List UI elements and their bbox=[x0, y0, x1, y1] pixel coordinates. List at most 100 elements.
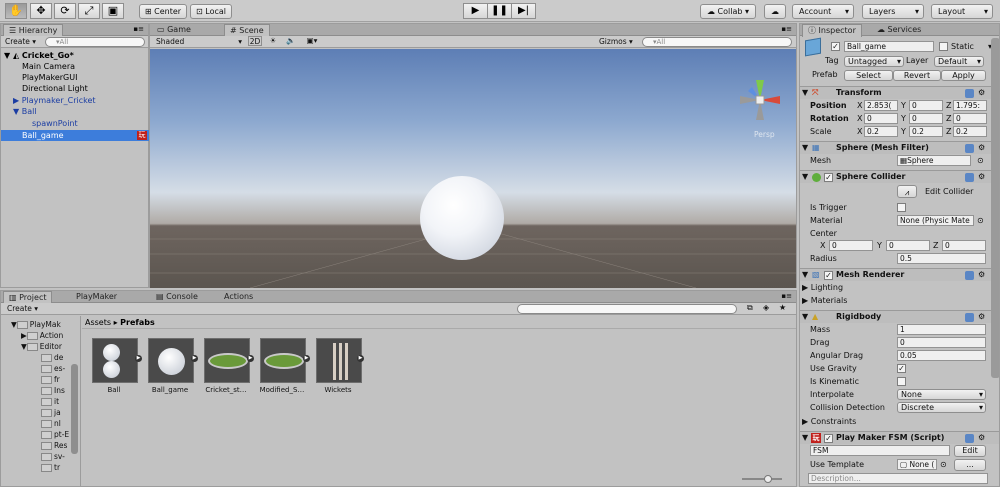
tree-folder[interactable]: fr bbox=[41, 375, 60, 386]
interpolate-dropdown[interactable]: None ▾ bbox=[897, 389, 986, 400]
audio-toggle-icon[interactable]: 🔈 bbox=[284, 36, 298, 46]
materials-foldout[interactable]: ▶ Materials bbox=[802, 295, 847, 306]
hierarchy-item-spawnpoint[interactable]: spawnPoint bbox=[1, 118, 149, 129]
tree-folder-playmaker[interactable]: ▼ PlayMak bbox=[11, 320, 61, 331]
tree-folder[interactable]: Ins bbox=[41, 386, 65, 397]
hierarchy-item-main-camera[interactable]: Main Camera bbox=[1, 61, 149, 72]
sphere-collider-header[interactable]: ▼ ✓ Sphere Collider ⚙ bbox=[800, 170, 999, 183]
move-tool-icon[interactable]: ✥ bbox=[30, 3, 52, 19]
hierarchy-item-ball[interactable]: ▼ Ball bbox=[1, 106, 149, 117]
template-browse-button[interactable]: ... bbox=[954, 459, 986, 471]
scene-search-input[interactable]: ▾All bbox=[642, 37, 792, 47]
tree-folder[interactable]: tr bbox=[41, 463, 60, 474]
constraints-foldout[interactable]: ▶ Constraints bbox=[802, 416, 856, 427]
settings-gear-icon[interactable]: ⚙ bbox=[978, 311, 985, 322]
scene-viewport[interactable]: Persp bbox=[150, 49, 796, 288]
settings-gear-icon[interactable]: ⚙ bbox=[978, 269, 985, 280]
pause-button[interactable]: ❚❚ bbox=[487, 3, 512, 19]
scale-tool-icon[interactable]: ⤢ bbox=[78, 3, 100, 19]
lighting-foldout[interactable]: ▶ Lighting bbox=[802, 282, 843, 293]
collision-detection-dropdown[interactable]: Discrete ▾ bbox=[897, 402, 986, 413]
hierarchy-create-dropdown[interactable]: Create ▾ bbox=[5, 37, 36, 47]
help-icon[interactable] bbox=[965, 271, 974, 280]
active-checkbox[interactable]: ✓ bbox=[831, 42, 840, 51]
help-icon[interactable] bbox=[965, 434, 974, 443]
component-enabled-checkbox[interactable]: ✓ bbox=[824, 173, 833, 182]
hand-tool-icon[interactable]: ✋ bbox=[5, 3, 27, 19]
scale-y-field[interactable]: 0.2 bbox=[909, 126, 943, 137]
rect-tool-icon[interactable]: ▣ bbox=[102, 3, 124, 19]
help-icon[interactable] bbox=[965, 144, 974, 153]
mesh-filter-header[interactable]: ▼ ▦ Sphere (Mesh Filter) ⚙ bbox=[800, 141, 999, 154]
ball-sphere[interactable] bbox=[420, 176, 504, 260]
rotate-tool-icon[interactable]: ⟳ bbox=[54, 3, 76, 19]
pivot-local-button[interactable]: ⊡ Local bbox=[190, 4, 232, 19]
gameobject-name-field[interactable]: Ball_game bbox=[844, 41, 934, 52]
center-z-field[interactable]: 0 bbox=[942, 240, 986, 251]
expand-asset-icon[interactable]: ▶ bbox=[247, 355, 254, 362]
hierarchy-item-ball-game[interactable]: Ball_game 玩 bbox=[1, 130, 149, 141]
position-y-field[interactable]: 0 bbox=[909, 100, 943, 111]
angular-drag-field[interactable]: 0.05 bbox=[897, 350, 986, 361]
tree-folder[interactable]: es- bbox=[41, 364, 65, 375]
asset-ball-game[interactable] bbox=[148, 338, 194, 383]
collab-button[interactable]: ☁ Collab ▾ bbox=[700, 4, 756, 19]
tree-folder-actions[interactable]: ▶ Action bbox=[21, 331, 63, 342]
settings-gear-icon[interactable]: ⚙ bbox=[978, 171, 985, 182]
2d-toggle[interactable]: 2D bbox=[248, 36, 262, 46]
persp-label[interactable]: Persp bbox=[754, 129, 775, 140]
template-field[interactable]: ▢ None ( bbox=[897, 459, 937, 470]
help-icon[interactable] bbox=[965, 173, 974, 182]
tab-actions[interactable]: Actions bbox=[219, 291, 258, 303]
tree-folder[interactable]: de bbox=[41, 353, 63, 364]
scale-x-field[interactable]: 0.2 bbox=[864, 126, 898, 137]
asset-ball[interactable] bbox=[92, 338, 138, 383]
tree-folder[interactable]: pt-E bbox=[41, 430, 69, 441]
filter-type-icon[interactable]: ⧉ bbox=[747, 303, 753, 313]
scale-z-field[interactable]: 0.2 bbox=[953, 126, 987, 137]
play-button[interactable]: ▶ bbox=[463, 3, 488, 19]
expand-asset-icon[interactable]: ▶ bbox=[135, 355, 142, 362]
hierarchy-item-playmakergui[interactable]: PlayMakerGUI bbox=[1, 72, 149, 83]
component-enabled-checkbox[interactable]: ✓ bbox=[824, 271, 833, 280]
hierarchy-item-playmaker-cricket[interactable]: ▶ Playmaker_Cricket bbox=[1, 95, 149, 106]
tree-folder[interactable]: ja bbox=[41, 408, 61, 419]
asset-modified-stadium[interactable] bbox=[260, 338, 306, 383]
fsm-name-field[interactable]: FSM bbox=[810, 445, 950, 456]
use-gravity-checkbox[interactable]: ✓ bbox=[897, 364, 906, 373]
asset-cricket-stadium[interactable] bbox=[204, 338, 250, 383]
lighting-toggle-icon[interactable]: ☀ bbox=[266, 36, 280, 46]
center-x-field[interactable]: 0 bbox=[829, 240, 873, 251]
center-y-field[interactable]: 0 bbox=[886, 240, 930, 251]
settings-gear-icon[interactable]: ⚙ bbox=[978, 142, 985, 153]
breadcrumb-prefabs[interactable]: Prefabs bbox=[120, 318, 155, 327]
asset-wickets[interactable] bbox=[316, 338, 362, 383]
account-dropdown[interactable]: Account ▾ bbox=[792, 4, 854, 19]
rotation-y-field[interactable]: 0 bbox=[909, 113, 943, 124]
hierarchy-item-directional-light[interactable]: Directional Light bbox=[1, 83, 149, 94]
tab-console[interactable]: ▤ Console bbox=[151, 291, 203, 303]
prefab-apply-button[interactable]: Apply bbox=[941, 70, 986, 81]
rotation-x-field[interactable]: 0 bbox=[864, 113, 898, 124]
zoom-slider[interactable] bbox=[742, 475, 782, 483]
tree-scrollbar[interactable] bbox=[71, 364, 78, 454]
hierarchy-search-input[interactable]: ▾All bbox=[45, 37, 145, 47]
rigidbody-header[interactable]: ▼ ▲ Rigidbody ⚙ bbox=[800, 310, 999, 323]
panel-menu-icon[interactable]: ▪≡ bbox=[781, 291, 792, 302]
pivot-center-button[interactable]: ⊞ Center bbox=[139, 4, 187, 19]
gizmos-dropdown[interactable]: Gizmos ▾ bbox=[599, 37, 633, 47]
material-field[interactable]: None (Physic Mate bbox=[897, 215, 974, 226]
tab-inspector[interactable]: ⓘ Inspector bbox=[802, 24, 862, 37]
tab-services[interactable]: ☁ Services bbox=[872, 24, 926, 36]
effects-toggle-icon[interactable]: ▣▾ bbox=[302, 36, 322, 46]
tree-folder[interactable]: it bbox=[41, 397, 59, 408]
filter-label-icon[interactable]: ◈ bbox=[763, 303, 769, 313]
is-trigger-checkbox[interactable] bbox=[897, 203, 906, 212]
settings-gear-icon[interactable]: ⚙ bbox=[978, 432, 985, 443]
orientation-gizmo[interactable] bbox=[734, 75, 784, 125]
static-checkbox[interactable] bbox=[939, 42, 948, 51]
tree-folder[interactable]: sv- bbox=[41, 452, 65, 463]
cloud-button[interactable]: ☁ bbox=[764, 4, 786, 19]
playmaker-fsm-header[interactable]: ▼ 玩 ✓ Play Maker FSM (Script) ⚙ bbox=[800, 431, 999, 444]
fsm-edit-button[interactable]: Edit bbox=[954, 445, 986, 457]
